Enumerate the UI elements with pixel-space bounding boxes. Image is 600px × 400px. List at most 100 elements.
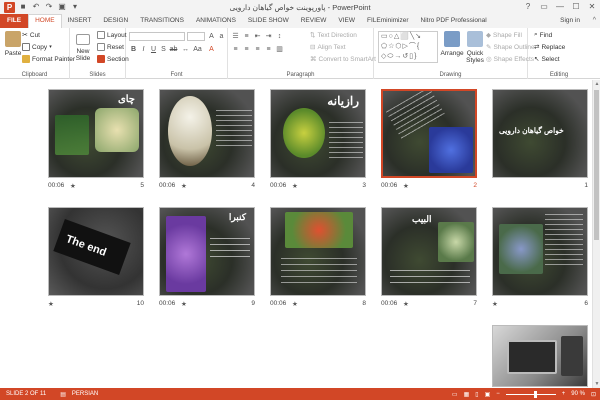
scrollbar-thumb[interactable] (594, 90, 599, 240)
slide-1[interactable]: خواص گیاهان دارویی 1 (492, 89, 588, 189)
shapes-gallery[interactable]: ▭○△⬜╲↘ ⬠☆⬡▷⌒{◇⬭→↺▯} (378, 31, 438, 63)
language-indicator[interactable]: PERSIAN (72, 391, 98, 397)
slide-3[interactable]: رازیانه 00:06 ★ 3 (270, 89, 366, 190)
arrange-button[interactable]: Arrange (440, 31, 464, 57)
align-left-icon[interactable]: ≡ (231, 45, 240, 54)
zoom-in-icon[interactable]: + (562, 391, 566, 397)
slide-sorter-view-icon[interactable]: ▦ (464, 391, 470, 398)
align-center-icon[interactable]: ≡ (242, 45, 251, 54)
slide-2[interactable]: 00:06 ★ 2 (381, 89, 477, 190)
reset-button[interactable]: Reset (97, 43, 124, 51)
reading-view-icon[interactable]: ▯ (475, 391, 478, 398)
font-color-icon[interactable]: A (207, 45, 216, 54)
redo-icon[interactable]: ↷ (44, 2, 54, 12)
tab-fileminimizer[interactable]: FILEminimizer (361, 14, 415, 28)
zoom-slider[interactable] (505, 390, 556, 398)
layout-button[interactable]: Layout (97, 31, 127, 39)
slideshow-view-icon[interactable]: ▣ (485, 391, 491, 398)
slide-9[interactable]: کنبرا 00:06 ★ 9 (159, 207, 255, 308)
line-spacing-icon[interactable]: ↕ (275, 32, 284, 41)
slide-thumbnail[interactable]: The end (48, 207, 144, 296)
shape-effects-button[interactable]: ◎ Shape Effects (486, 55, 534, 64)
tab-view[interactable]: VIEW (332, 14, 361, 28)
slide-thumbnail[interactable] (381, 89, 477, 178)
text-direction-button[interactable]: ⇅ Text Direction (310, 31, 357, 40)
scroll-down-icon[interactable]: ▼ (593, 380, 600, 388)
find-button[interactable]: ⌕ Find (534, 31, 552, 39)
close-button[interactable]: ✕ (584, 0, 600, 14)
help-button[interactable]: ? (520, 0, 536, 14)
slide-thumbnail[interactable] (492, 325, 588, 387)
increase-indent-icon[interactable]: ⇥ (264, 32, 273, 41)
align-text-button[interactable]: ⊟ Align Text (310, 43, 346, 52)
format-painter-button[interactable]: Format Painter (22, 55, 75, 63)
slide-4[interactable]: 00:06 ★ 4 (159, 89, 255, 190)
cut-button[interactable]: ✂ Cut (22, 31, 40, 40)
customize-qat-icon[interactable]: ▾ (70, 2, 80, 12)
collapse-ribbon-icon[interactable]: ^ (593, 14, 596, 28)
undo-icon[interactable]: ↶ (31, 2, 41, 12)
scroll-up-icon[interactable]: ▲ (593, 80, 600, 88)
columns-icon[interactable]: ▥ (275, 45, 284, 54)
replace-button[interactable]: ⇄ Replace (534, 43, 565, 52)
tab-nitro-pdf[interactable]: Nitro PDF Professional (415, 14, 493, 28)
zoom-slider-knob[interactable] (533, 390, 537, 398)
slide-thumbnail[interactable]: البیب (381, 207, 477, 296)
normal-view-icon[interactable]: ▭ (452, 391, 458, 398)
section-button[interactable]: Section (97, 55, 129, 63)
slide-thumbnail[interactable]: خواص گیاهان دارویی (492, 89, 588, 178)
align-right-icon[interactable]: ≡ (253, 45, 262, 54)
font-name-input[interactable] (129, 32, 185, 41)
zoom-out-icon[interactable]: − (496, 391, 500, 397)
sign-in-link[interactable]: Sign in (560, 14, 580, 28)
bullets-icon[interactable]: ☰ (231, 32, 240, 41)
font-size-input[interactable] (187, 32, 205, 41)
convert-smartart-button[interactable]: ⌘ Convert to SmartArt (310, 55, 376, 64)
shape-fill-button[interactable]: ◆ Shape Fill (486, 31, 522, 40)
shadow-icon[interactable]: S (159, 45, 168, 54)
copy-button[interactable]: Copy ▾ (22, 43, 52, 51)
grow-font-icon[interactable]: A (207, 32, 216, 41)
change-case-icon[interactable]: Aa (193, 45, 202, 54)
decrease-indent-icon[interactable]: ⇤ (253, 32, 262, 41)
select-button[interactable]: ↖ Select (534, 55, 560, 64)
save-icon[interactable]: ■ (18, 2, 28, 12)
strikethrough-icon[interactable]: ab (169, 45, 178, 54)
slide-thumbnail[interactable]: رازیانه (270, 89, 366, 178)
vertical-scrollbar[interactable]: ▲ ▼ (592, 80, 600, 388)
tab-transitions[interactable]: TRANSITIONS (134, 14, 190, 28)
maximize-button[interactable]: ☐ (568, 0, 584, 14)
slide-7[interactable]: البیب 00:06 ★ 7 (381, 207, 477, 308)
paste-button[interactable]: Paste (3, 31, 23, 57)
tab-design[interactable]: DESIGN (97, 14, 134, 28)
tab-file[interactable]: FILE (0, 14, 29, 28)
spellcheck-icon[interactable]: ▤ (60, 391, 66, 398)
underline-icon[interactable]: U (149, 45, 158, 54)
quick-styles-button[interactable]: Quick Styles (464, 31, 486, 64)
tab-slide-show[interactable]: SLIDE SHOW (242, 14, 295, 28)
tab-home[interactable]: HOME (28, 14, 62, 28)
slide-6[interactable]: ★ 6 (492, 207, 588, 308)
zoom-level[interactable]: 90 % (571, 391, 585, 397)
tab-insert[interactable]: INSERT (62, 14, 98, 28)
slide-5[interactable]: چای 00:06 ★ 5 (48, 89, 144, 190)
slide-thumbnail[interactable] (492, 207, 588, 296)
slide-thumbnail[interactable] (270, 207, 366, 296)
slide-thumbnail[interactable]: کنبرا (159, 207, 255, 296)
bold-icon[interactable]: B (129, 45, 138, 54)
numbering-icon[interactable]: ≡ (242, 32, 251, 41)
justify-icon[interactable]: ≡ (264, 45, 273, 54)
start-slideshow-icon[interactable]: ▣ (57, 2, 67, 12)
slide-10[interactable]: The end ★ 10 (48, 207, 144, 308)
slide-thumbnail[interactable] (159, 89, 255, 178)
minimize-button[interactable]: — (552, 0, 568, 14)
tab-animations[interactable]: ANIMATIONS (190, 14, 242, 28)
tab-review[interactable]: REVIEW (295, 14, 333, 28)
fit-to-window-icon[interactable]: ⊡ (591, 391, 596, 398)
char-spacing-icon[interactable]: ↔ (181, 45, 190, 54)
slide-thumbnail[interactable]: چای (48, 89, 144, 178)
shrink-font-icon[interactable]: a (217, 32, 226, 41)
new-slide-button[interactable]: New Slide (73, 34, 93, 62)
italic-icon[interactable]: I (139, 45, 148, 54)
slide-8[interactable]: 00:06 ★ 8 (270, 207, 366, 308)
